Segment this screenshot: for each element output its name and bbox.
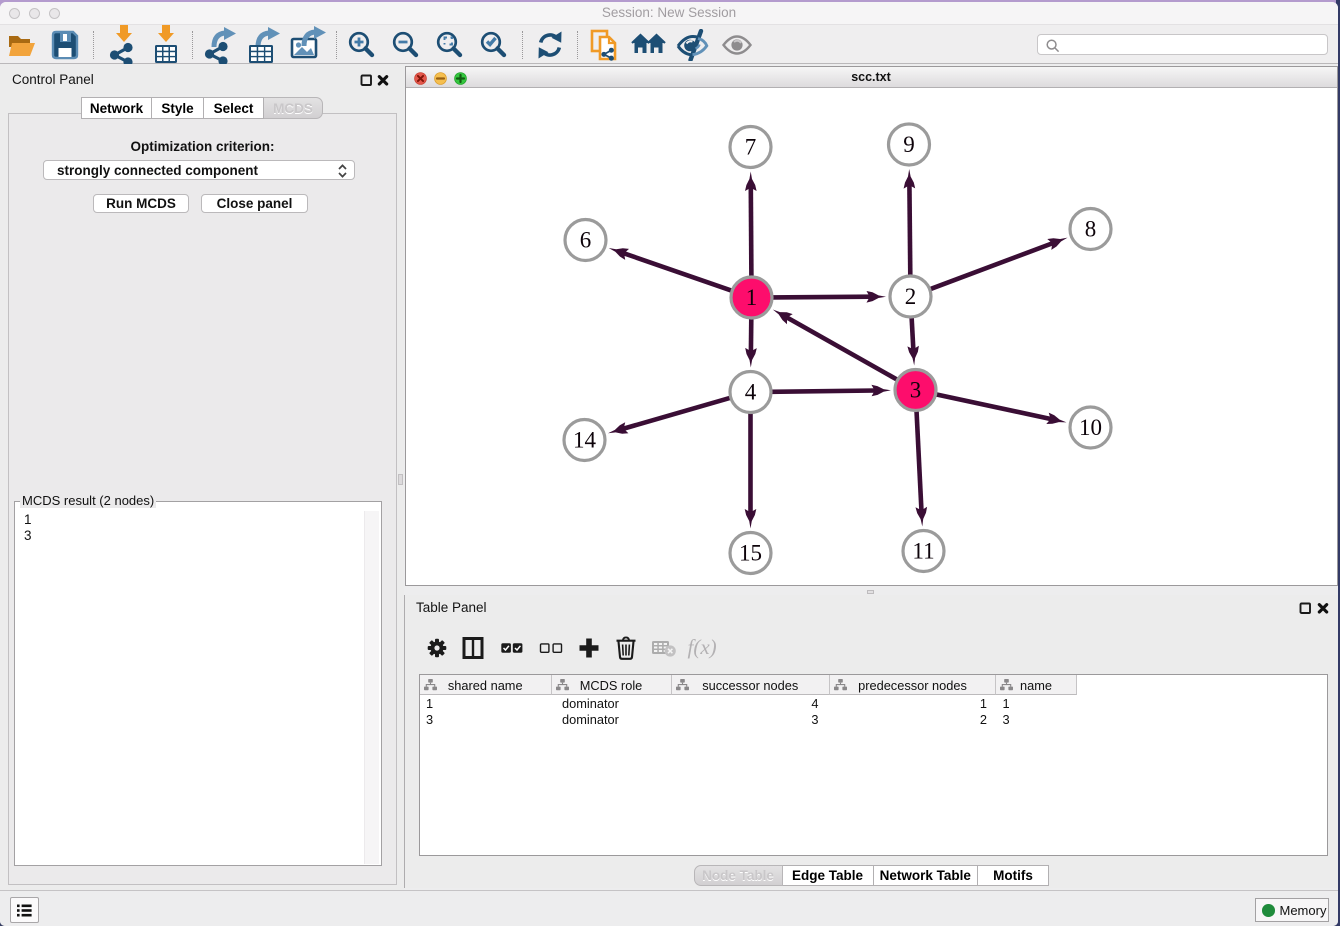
svg-text:4: 4 (744, 380, 756, 405)
svg-text:3: 3 (909, 378, 921, 403)
svg-text:7: 7 (744, 135, 756, 160)
svg-text:14: 14 (573, 428, 597, 453)
svg-text:15: 15 (739, 541, 762, 566)
svg-text:10: 10 (1079, 415, 1102, 440)
svg-text:1: 1 (745, 285, 757, 310)
svg-text:11: 11 (912, 539, 934, 564)
svg-text:6: 6 (579, 228, 591, 253)
svg-text:9: 9 (903, 132, 915, 157)
svg-text:2: 2 (904, 284, 916, 309)
svg-text:8: 8 (1084, 217, 1096, 242)
